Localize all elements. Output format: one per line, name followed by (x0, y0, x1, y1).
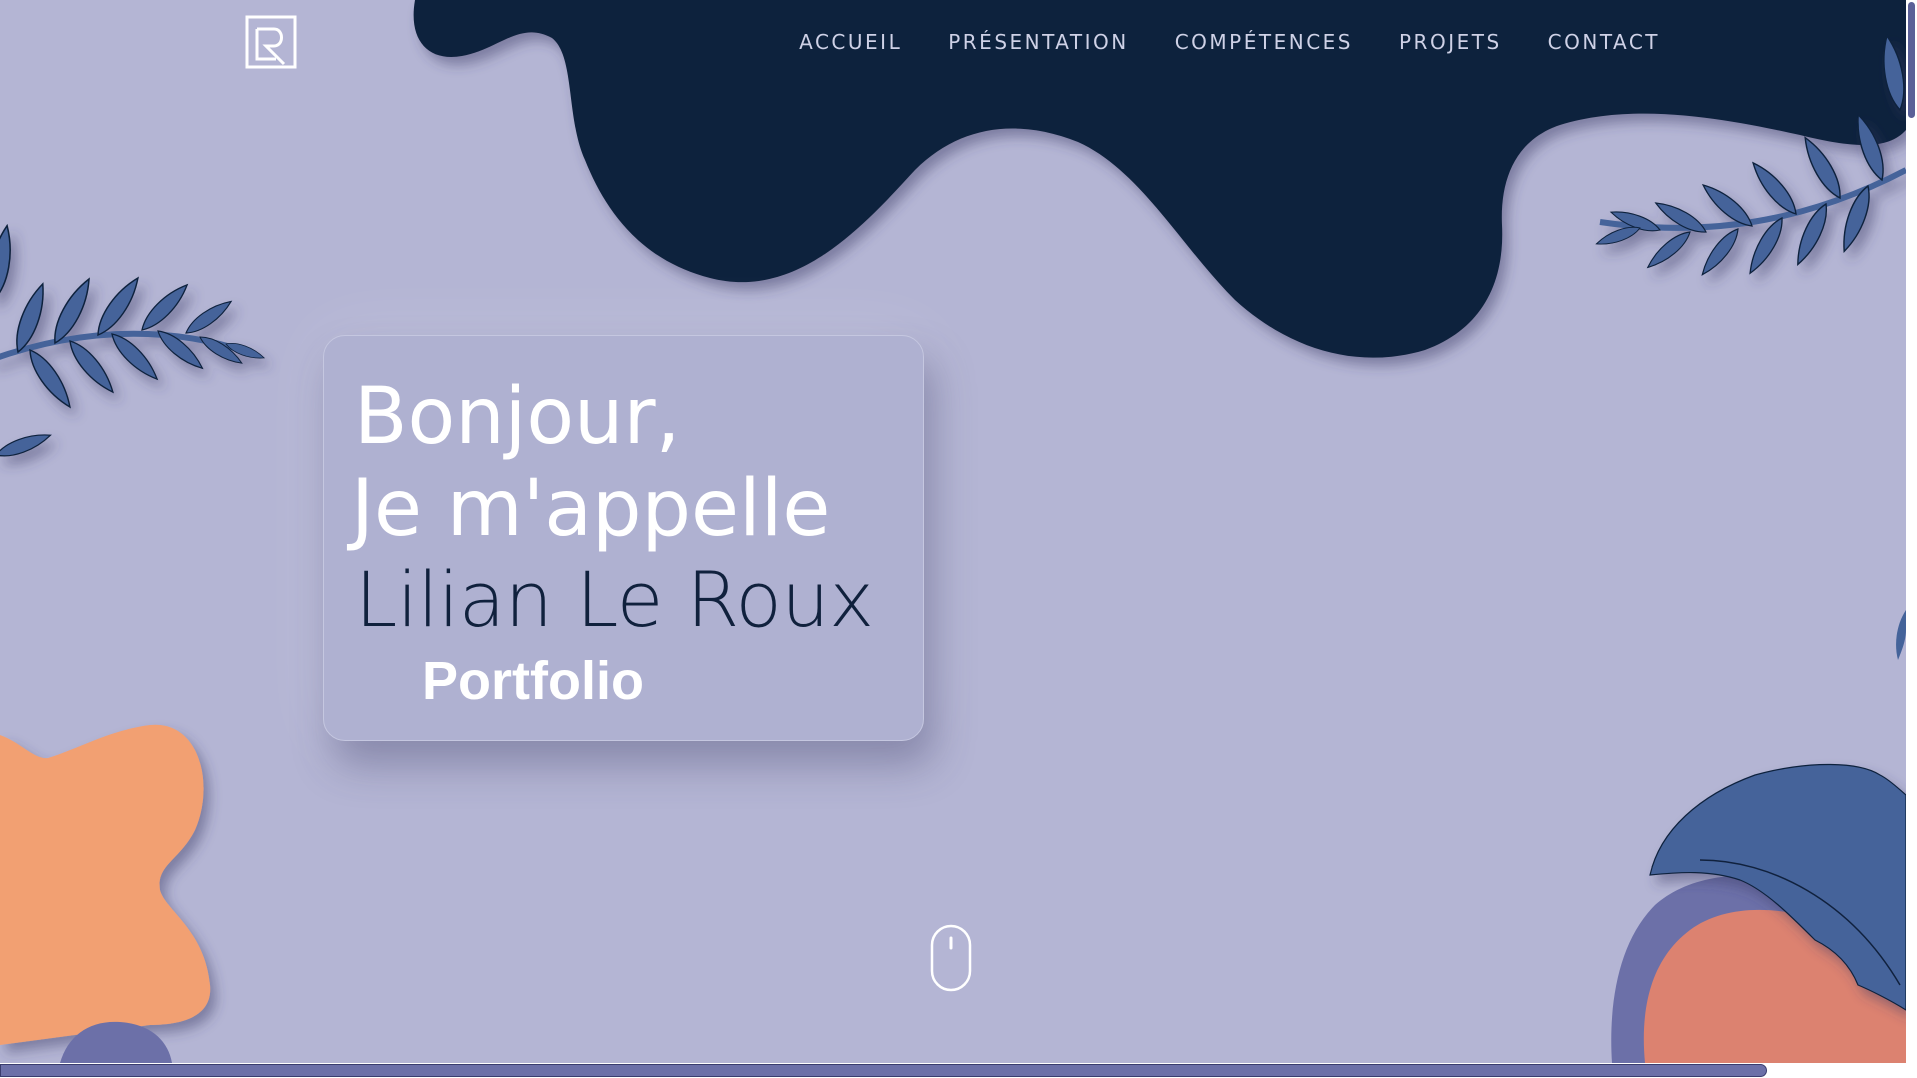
portfolio-subtitle: Portfolio (422, 651, 644, 711)
author-name: Lilian Le Roux (355, 555, 874, 644)
left-fern-decor (0, 223, 267, 462)
lr-monogram-logo-icon[interactable] (244, 14, 298, 70)
greeting-subheading: Je m'appelle (351, 464, 831, 554)
orange-blob-shape (0, 724, 211, 1045)
main-navigation: ACCUEIL PRÉSENTATION COMPÉTENCES PROJETS… (760, 24, 1660, 60)
nav-link-presentation[interactable]: PRÉSENTATION (948, 30, 1129, 54)
right-edge-leaf-fragment (1896, 610, 1906, 660)
page-progress-bar (0, 1064, 1767, 1077)
hero-background-decor (0, 0, 1906, 1063)
mouse-scroll-icon[interactable] (930, 924, 972, 992)
nav-link-accueil[interactable]: ACCUEIL (799, 30, 902, 54)
nav-link-contact[interactable]: CONTACT (1548, 30, 1660, 54)
hero-section: ACCUEIL PRÉSENTATION COMPÉTENCES PROJETS… (0, 0, 1906, 1063)
scrollbar-thumb[interactable] (1908, 2, 1915, 118)
page-progress-track (0, 1063, 1917, 1078)
intro-card: Bonjour, Je m'appelle Lilian Le Roux Por… (323, 335, 924, 741)
greeting-heading: Bonjour, (354, 372, 681, 462)
page: ACCUEIL PRÉSENTATION COMPÉTENCES PROJETS… (0, 0, 1917, 1078)
vertical-scrollbar[interactable] (1906, 0, 1917, 1063)
nav-link-projets[interactable]: PROJETS (1399, 30, 1502, 54)
nav-link-competences[interactable]: COMPÉTENCES (1175, 30, 1353, 54)
